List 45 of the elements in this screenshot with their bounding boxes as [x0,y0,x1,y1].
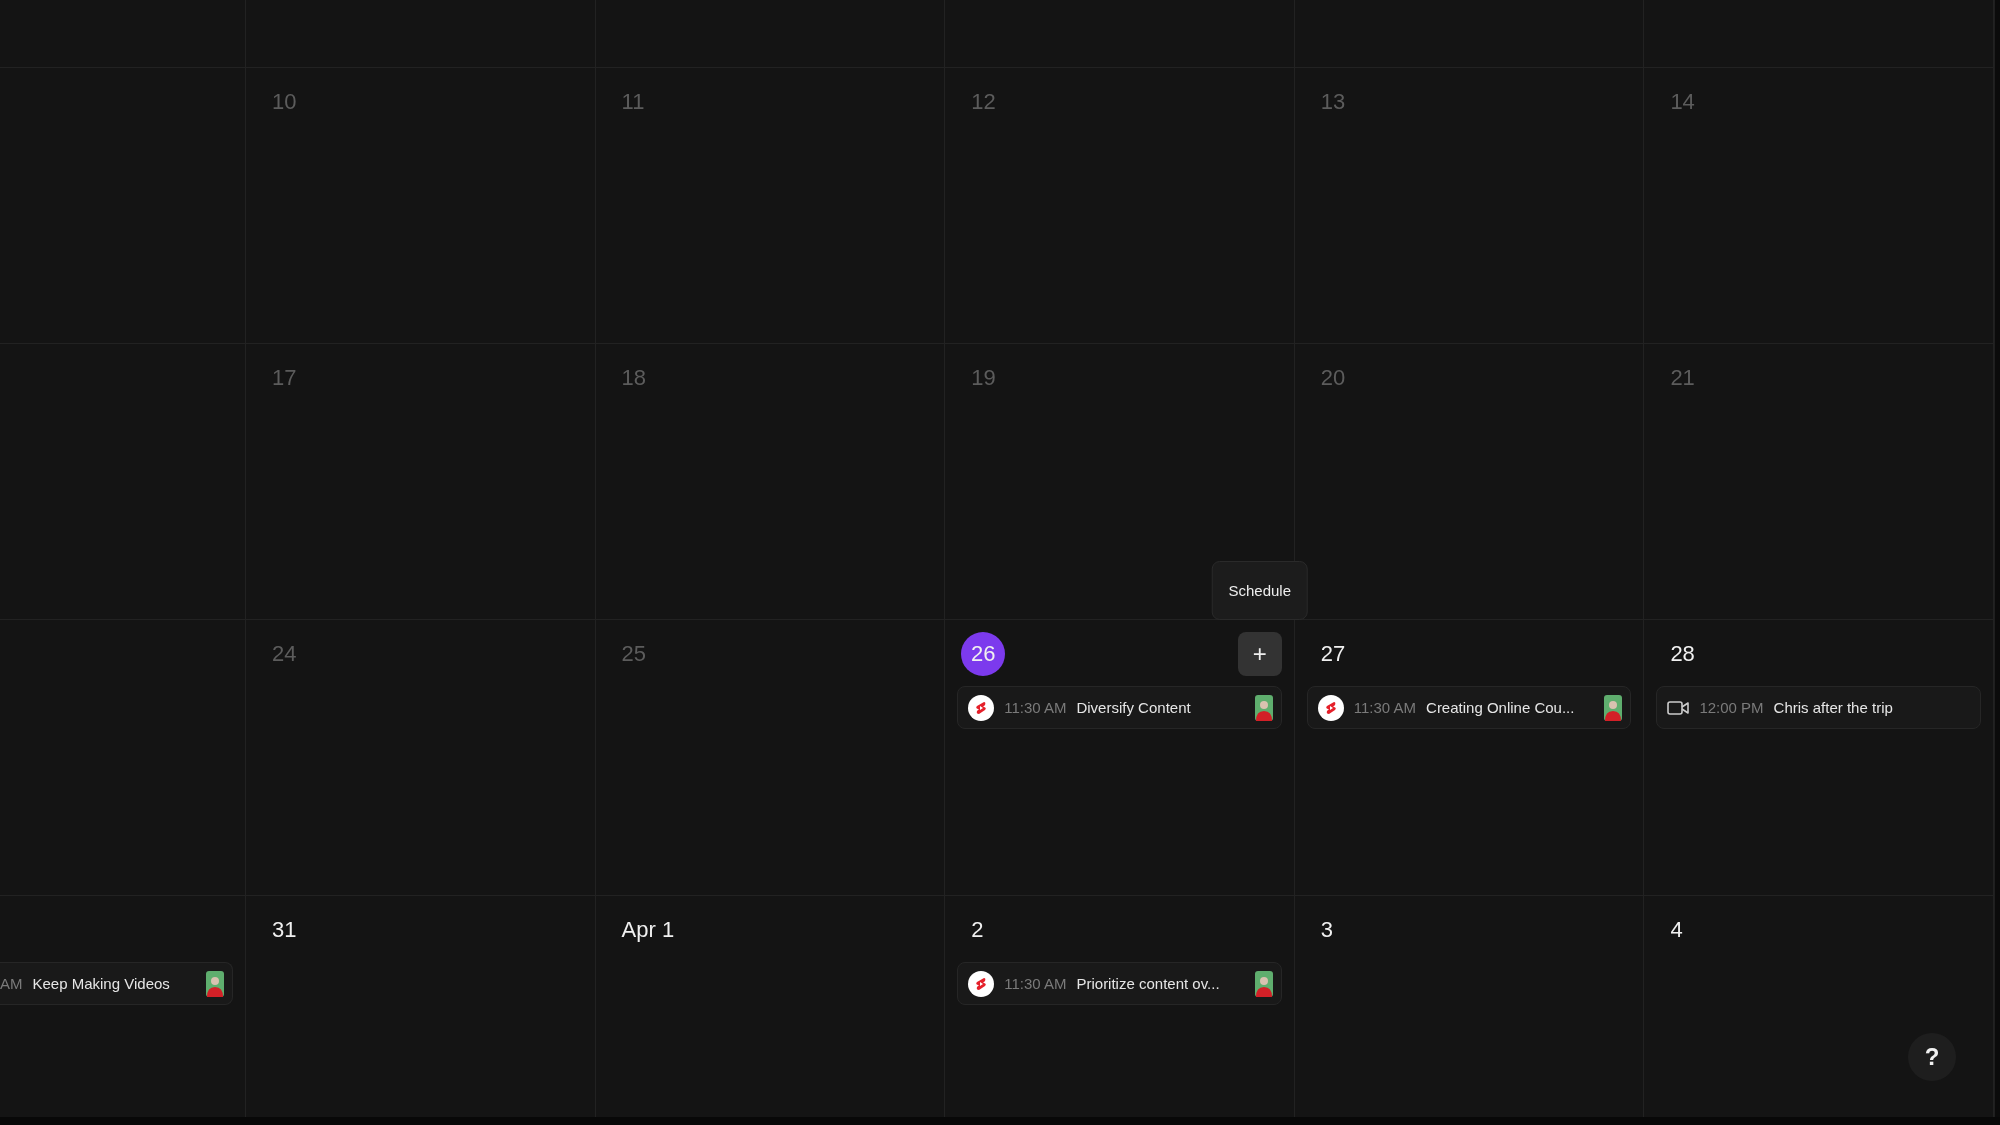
day-number: 21 [1670,365,1695,391]
shorts-icon [1317,694,1344,721]
avatar-icon [1254,694,1273,721]
shorts-icon [968,694,995,721]
event-time: 12:00 PM [1699,699,1764,716]
shorts-icon [968,970,995,997]
day-number: 25 [621,641,647,667]
day-number: 3 [1320,917,1334,943]
event-title: Chris after the trip [1773,699,1894,716]
event-chip[interactable]: 12:00 PM Chris after the trip [1656,686,1981,729]
day-number: 14 [1670,89,1695,115]
day-number: 20 [1320,365,1346,391]
event-chip[interactable]: 11:30 AM Diversify Content [957,686,1282,729]
avatar-icon [1254,970,1273,997]
tooltip: Schedule [1211,561,1309,620]
event-title: Diversify Content [1076,699,1192,716]
day-number: 28 [1670,641,1695,667]
event-chip[interactable]: AM Keep Making Videos [0,962,233,1005]
avatar-icon [206,970,224,997]
event-chip[interactable]: 11:30 AM Creating Online Cou... [1306,686,1632,729]
avatar-icon [1604,694,1623,721]
event-time: AM [0,975,23,992]
day-number: 4 [1670,917,1683,943]
day-number: 11 [621,89,645,115]
help-button[interactable]: ? [1908,1033,1956,1081]
day-number: 19 [971,365,996,391]
day-number: 2 [971,917,984,943]
day-number: 24 [272,641,297,667]
event-time: 11:30 AM [1004,699,1067,716]
day-number: 27 [1320,641,1346,667]
video-camera-icon [1667,699,1690,716]
event-title: Keep Making Videos [32,975,171,992]
day-number: 10 [272,89,297,115]
event-chip[interactable]: 11:30 AM Prioritize content ov... [957,962,1282,1005]
day-number: 18 [621,365,647,391]
event-title: Creating Online Cou... [1426,699,1576,716]
day-number: 17 [272,365,297,391]
event-title: Prioritize content ov... [1076,975,1221,992]
day-number: 12 [971,89,996,115]
day-number: Apr 1 [621,917,675,943]
event-time: 11:30 AM [1004,975,1067,992]
day-number: 13 [1320,89,1346,115]
day-number: 31 [272,917,297,943]
today-date-badge: 26 [961,632,1006,676]
event-time: 11:30 AM [1353,699,1417,716]
